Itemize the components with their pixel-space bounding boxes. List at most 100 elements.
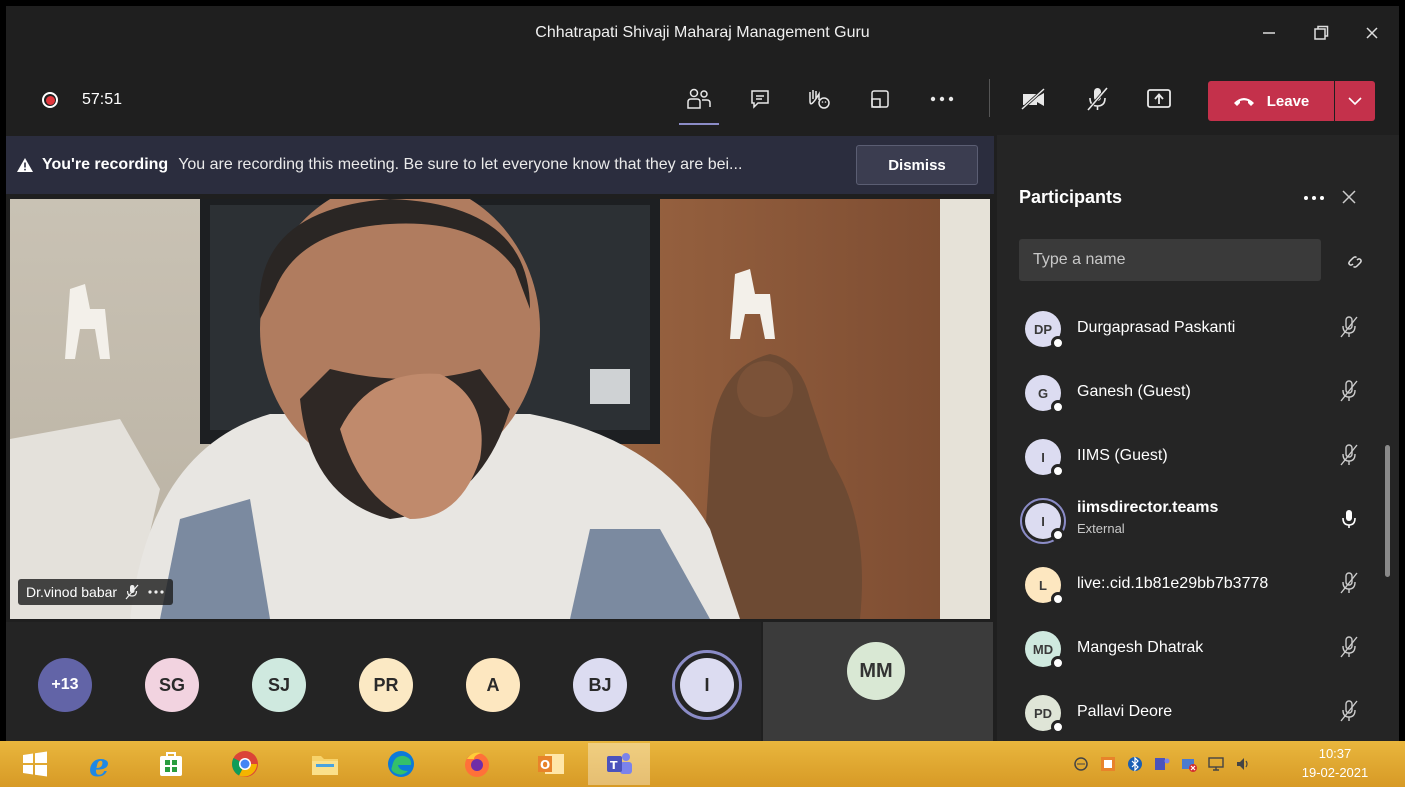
teams-tray-icon[interactable] <box>1153 755 1171 773</box>
mic-toggle-button[interactable] <box>1081 85 1113 113</box>
panel-title: Participants <box>1019 187 1123 207</box>
meeting-timer: 57:51 <box>82 91 123 108</box>
share-link-icon[interactable] <box>1344 251 1366 273</box>
restore-button[interactable] <box>1298 6 1344 59</box>
bluetooth-icon[interactable] <box>1126 755 1144 773</box>
more-icon <box>1304 196 1324 200</box>
close-button[interactable] <box>1349 6 1395 59</box>
chevron-down-icon <box>1348 97 1362 106</box>
participant-name: Ganesh (Guest) <box>1077 383 1191 400</box>
more-icon <box>930 96 954 102</box>
participant-row[interactable]: DP Durgaprasad Paskanti <box>997 295 1383 359</box>
file-explorer-taskbar-button[interactable] <box>294 743 356 785</box>
network-status-icon[interactable] <box>1072 755 1090 773</box>
windows-taskbar: e O T 10:37 19-02-2021 <box>0 741 1405 787</box>
more-icon[interactable] <box>147 589 165 595</box>
leave-options-button[interactable] <box>1335 81 1375 121</box>
participant-list: DP Durgaprasad Paskanti G Ganesh (Guest)… <box>997 295 1383 741</box>
speaker-name-tag: Dr.vinod babar <box>18 579 174 605</box>
start-button[interactable] <box>4 743 66 785</box>
participant-search-input[interactable] <box>1019 239 1321 281</box>
taskbar-clock[interactable]: 10:37 19-02-2021 <box>1295 744 1375 782</box>
display-icon[interactable] <box>1207 755 1225 773</box>
toolbar-divider <box>989 79 990 117</box>
participant-avatar: I <box>1020 498 1066 544</box>
participant-subtitle: External <box>1077 521 1125 536</box>
minimize-button[interactable] <box>1246 6 1292 59</box>
people-icon <box>687 88 711 109</box>
avatar[interactable]: SG <box>145 658 199 712</box>
mic-off-icon <box>1340 700 1358 722</box>
recording-icon <box>42 92 58 108</box>
internet-explorer-taskbar-button[interactable]: e <box>70 743 132 785</box>
participant-row[interactable]: PD Pallavi Deore <box>997 679 1383 741</box>
share-button[interactable] <box>1143 85 1175 113</box>
camera-off-icon <box>1020 87 1046 111</box>
participant-avatar: I <box>1025 439 1065 478</box>
office-icon[interactable] <box>1099 755 1117 773</box>
store-icon <box>160 752 182 776</box>
participant-tile[interactable]: MM <box>763 622 993 741</box>
active-tab-indicator <box>679 123 719 125</box>
teams-taskbar-button[interactable]: T <box>588 743 650 785</box>
svg-text:e: e <box>89 748 109 780</box>
firefox-icon <box>465 752 489 777</box>
camera-toggle-button[interactable] <box>1018 85 1050 113</box>
title-bar: Chhatrapati Shivaji Maharaj Management G… <box>6 6 1399 59</box>
avatar[interactable]: A <box>466 658 520 712</box>
mic-off-icon <box>1340 316 1358 338</box>
edge-taskbar-button[interactable] <box>370 743 432 785</box>
participant-avatar: MD <box>1025 631 1065 670</box>
leave-label: Leave <box>1266 92 1310 110</box>
close-icon <box>1366 26 1378 39</box>
store-taskbar-button[interactable] <box>140 743 202 785</box>
participant-list-scrollbar[interactable] <box>1385 445 1390 577</box>
mic-icon <box>1342 510 1356 528</box>
participant-row[interactable]: G Ganesh (Guest) <box>997 359 1383 423</box>
security-alert-icon[interactable] <box>1180 755 1198 773</box>
clock-date: 19-02-2021 <box>1301 765 1369 780</box>
reactions-button[interactable] <box>802 85 834 113</box>
avatar[interactable]: SJ <box>252 658 306 712</box>
participant-avatar: DP <box>1025 311 1065 350</box>
outlook-taskbar-button[interactable]: O <box>520 743 582 785</box>
chrome-icon <box>232 751 258 777</box>
participant-avatar: G <box>1025 375 1065 414</box>
windows-logo-icon <box>23 751 47 777</box>
participant-name: iimsdirector.teams <box>1077 499 1219 516</box>
participant-avatar: PD <box>1025 695 1065 734</box>
panel-more-button[interactable] <box>1303 185 1325 206</box>
chat-icon <box>751 90 769 109</box>
leave-button[interactable]: Leave <box>1208 81 1334 121</box>
avatar[interactable]: BJ <box>573 658 627 712</box>
more-actions-button[interactable] <box>926 85 958 113</box>
svg-text:T: T <box>610 759 618 772</box>
minimize-icon <box>1263 31 1275 34</box>
volume-icon[interactable] <box>1234 755 1252 773</box>
panel-close-button[interactable] <box>1342 187 1356 210</box>
participant-row[interactable]: I iimsdirector.teams External <box>997 487 1383 551</box>
participants-panel: Participants DP Durgaprasad Paskanti G G… <box>997 135 1399 741</box>
chrome-taskbar-button[interactable] <box>214 743 276 785</box>
speaker-name: Dr.vinod babar <box>26 584 118 600</box>
avatar-speaking[interactable]: I <box>672 650 742 720</box>
rooms-button[interactable] <box>864 85 896 113</box>
meeting-toolbar: 57:51 Leave <box>6 59 1399 135</box>
system-tray <box>1072 741 1252 787</box>
participants-button[interactable] <box>683 85 715 113</box>
participant-row[interactable]: I IIMS (Guest) <box>997 423 1383 487</box>
participant-row[interactable]: MD Mangesh Dhatrak <box>997 615 1383 679</box>
participant-name: IIMS (Guest) <box>1077 447 1168 464</box>
avatar[interactable]: PR <box>359 658 413 712</box>
participant-row[interactable]: L live:.cid.1b81e29bb7b3778 <box>997 551 1383 615</box>
participant-strip: +13 SG SJ PR A BJ I <box>6 622 761 741</box>
dismiss-button[interactable]: Dismiss <box>856 145 978 185</box>
participant-name: Mangesh Dhatrak <box>1077 639 1204 656</box>
rooms-icon <box>871 90 889 108</box>
banner-message: You are recording this meeting. Be sure … <box>178 156 743 173</box>
overflow-participants[interactable]: +13 <box>38 658 92 712</box>
firefox-taskbar-button[interactable] <box>446 743 508 785</box>
mic-off-icon <box>1340 572 1358 594</box>
participant-avatar: L <box>1025 567 1065 606</box>
chat-button[interactable] <box>744 85 776 113</box>
